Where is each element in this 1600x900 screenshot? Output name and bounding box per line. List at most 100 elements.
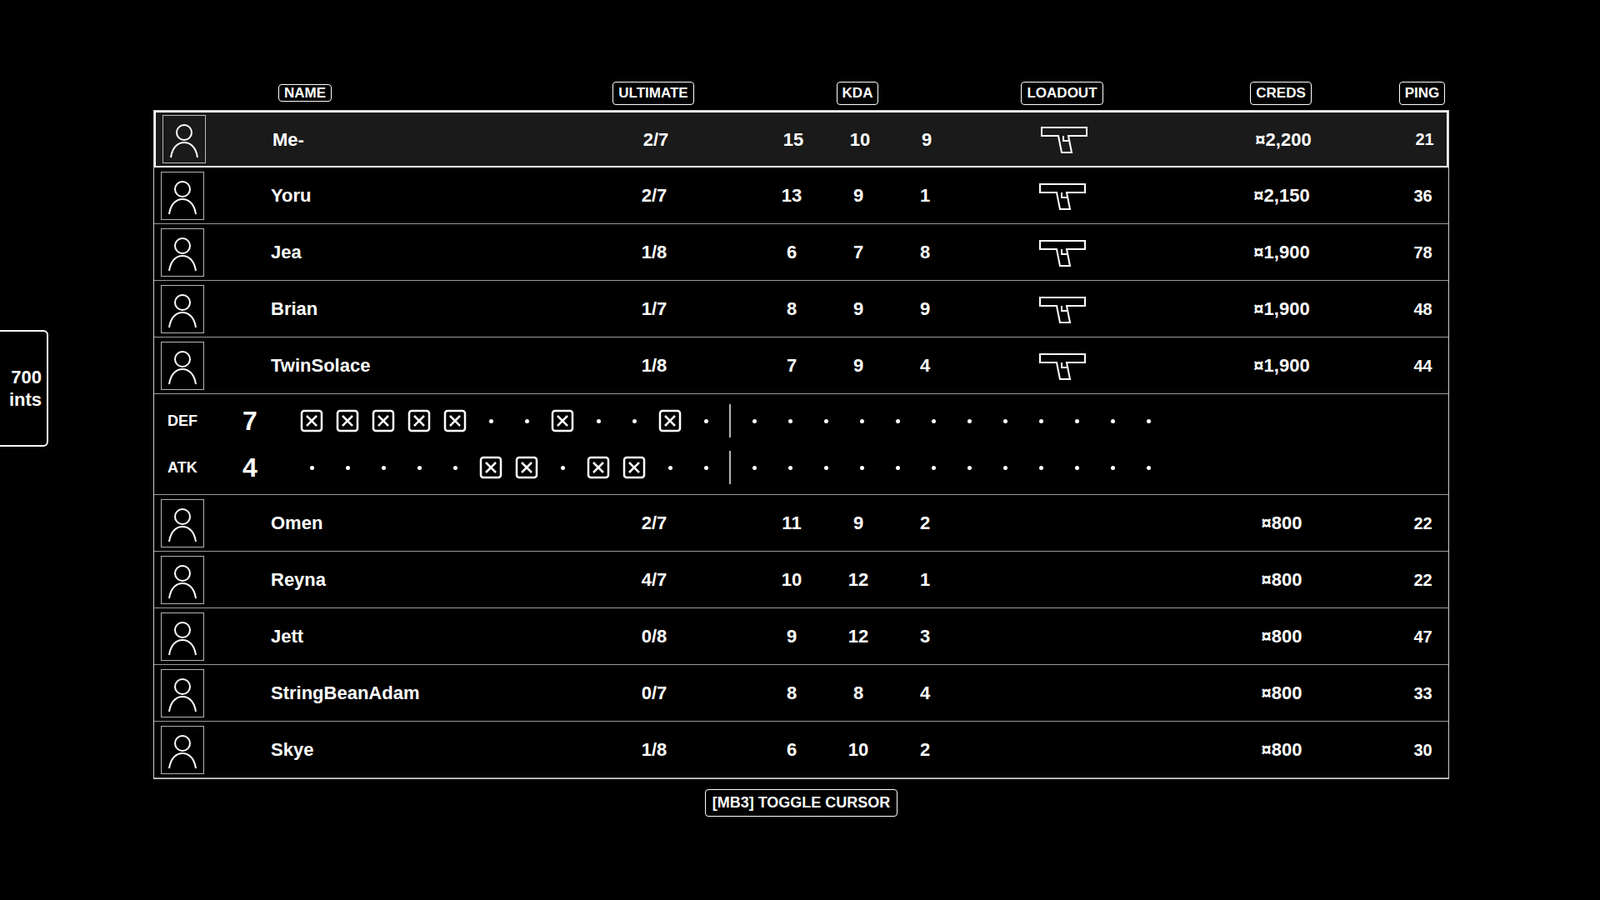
round-slot [1135,408,1161,434]
pistol-icon [1036,349,1090,383]
toggle-cursor-hint: [MB3] TOGGLE CURSOR [705,789,899,817]
team-bottom: Omen2/71192¤80022Reyna4/710121¤80022Jett… [154,495,1449,779]
scoreboard-body: Me-2/715109¤2,20021Yoru2/71391¤2,15036Je… [153,110,1450,780]
round-dot [1039,465,1044,470]
agent-portrait-icon [160,171,205,220]
side-badge-text: ints [9,388,42,412]
ultimate-points: 2/7 [604,509,705,537]
round-slot [585,455,611,480]
creds: ¤1,900 [1167,295,1396,323]
assists: 1 [891,181,959,210]
loadout-header: LOADOUT [1020,81,1103,105]
round-slot [299,455,325,480]
round-tracker-row: ATK4 [154,444,1449,491]
round-dot [489,419,494,424]
player-name: Reyna [212,565,605,594]
player-row[interactable]: Jett0/89123¤80047 [154,608,1449,665]
creds: ¤800 [1167,565,1396,594]
agent-portrait-icon [160,285,205,334]
round-dot [1110,419,1115,424]
team-side-label: DEF [154,410,230,433]
pistol-icon [1036,235,1090,270]
round-slot [550,408,575,434]
player-row[interactable]: StringBeanAdam0/7884¤80033 [154,665,1449,722]
round-dot [453,465,458,470]
kda-header: KDA [836,81,880,105]
ultimate-points: 0/7 [604,679,705,707]
assists: 2 [891,509,959,537]
deaths: 10 [825,735,892,764]
creds: ¤1,900 [1167,238,1396,266]
round-slot [849,455,875,480]
agent-portrait-icon [160,499,205,548]
player-row[interactable]: Skye1/86102¤80030 [154,721,1449,779]
round-tracker: DEF7ATK4 [154,394,1449,495]
ping: 30 [1395,737,1450,763]
round-dot [860,465,865,470]
loadout [960,122,1170,156]
round-slot [693,455,719,480]
round-dot [895,419,900,424]
round-slot [657,408,683,434]
agent-portrait-icon [160,228,205,277]
round-dot [895,465,900,470]
player-name: StringBeanAdam [212,679,605,707]
round-dot [824,419,829,424]
round-win-icon [478,455,504,480]
player-row[interactable]: TwinSolace1/8794¤1,90044 [154,337,1449,395]
creds: ¤800 [1167,509,1396,537]
kills: 15 [760,125,827,154]
round-slot [442,455,468,480]
game-screen: 700intsNAMEULTIMATEKDALOADOUTCREDSPINGMe… [0,0,1600,900]
round-slot [813,408,839,434]
half-divider [729,450,731,485]
round-dot [788,465,793,470]
player-name: TwinSolace [212,351,605,380]
player-row[interactable]: Yoru2/71391¤2,15036 [154,167,1449,225]
round-dot [1003,419,1008,424]
round-dot [560,465,565,470]
round-dot [931,419,936,424]
round-dot [668,465,673,470]
round-dot [596,419,601,424]
creds: ¤800 [1167,622,1396,650]
player-row[interactable]: Me-2/715109¤2,20021 [154,110,1449,168]
round-dot [824,465,829,470]
half-divider [729,404,731,438]
round-slot [370,408,396,434]
round-dot [704,465,709,470]
agent-portrait-icon [160,555,205,605]
pistol-icon [1038,122,1092,156]
deaths: 9 [825,295,892,323]
pistol-icon [1036,292,1090,326]
kills: 8 [758,679,825,707]
round-slot [956,408,982,434]
player-row[interactable]: Omen2/71192¤80022 [154,495,1449,552]
round-slot [621,455,647,480]
round-win-icon [442,408,468,434]
ultimate-header: ULTIMATE [612,81,694,105]
team-score: 7 [229,400,271,441]
creds: ¤2,150 [1167,181,1396,210]
agent-portrait-icon [160,669,205,718]
round-slot [478,455,504,480]
round-dot [1003,465,1008,470]
round-slot [920,408,946,434]
round-dot [525,419,530,424]
round-slot [777,455,803,480]
round-slot [849,408,875,434]
creds-header: CREDS [1250,81,1312,105]
kills: 11 [758,509,825,537]
loadout [958,235,1168,270]
deaths: 8 [825,679,892,707]
player-name: Me- [214,125,606,154]
player-row[interactable]: Brian1/7899¤1,90048 [154,280,1449,338]
ping-header: PING [1399,81,1446,105]
round-slot [1100,455,1125,480]
round-slot [585,408,611,434]
player-row[interactable]: Reyna4/710121¤80022 [154,551,1449,609]
round-dot [788,419,793,424]
deaths: 9 [825,181,892,210]
player-row[interactable]: Jea1/8678¤1,90078 [154,224,1449,281]
creds: ¤1,900 [1167,351,1396,380]
